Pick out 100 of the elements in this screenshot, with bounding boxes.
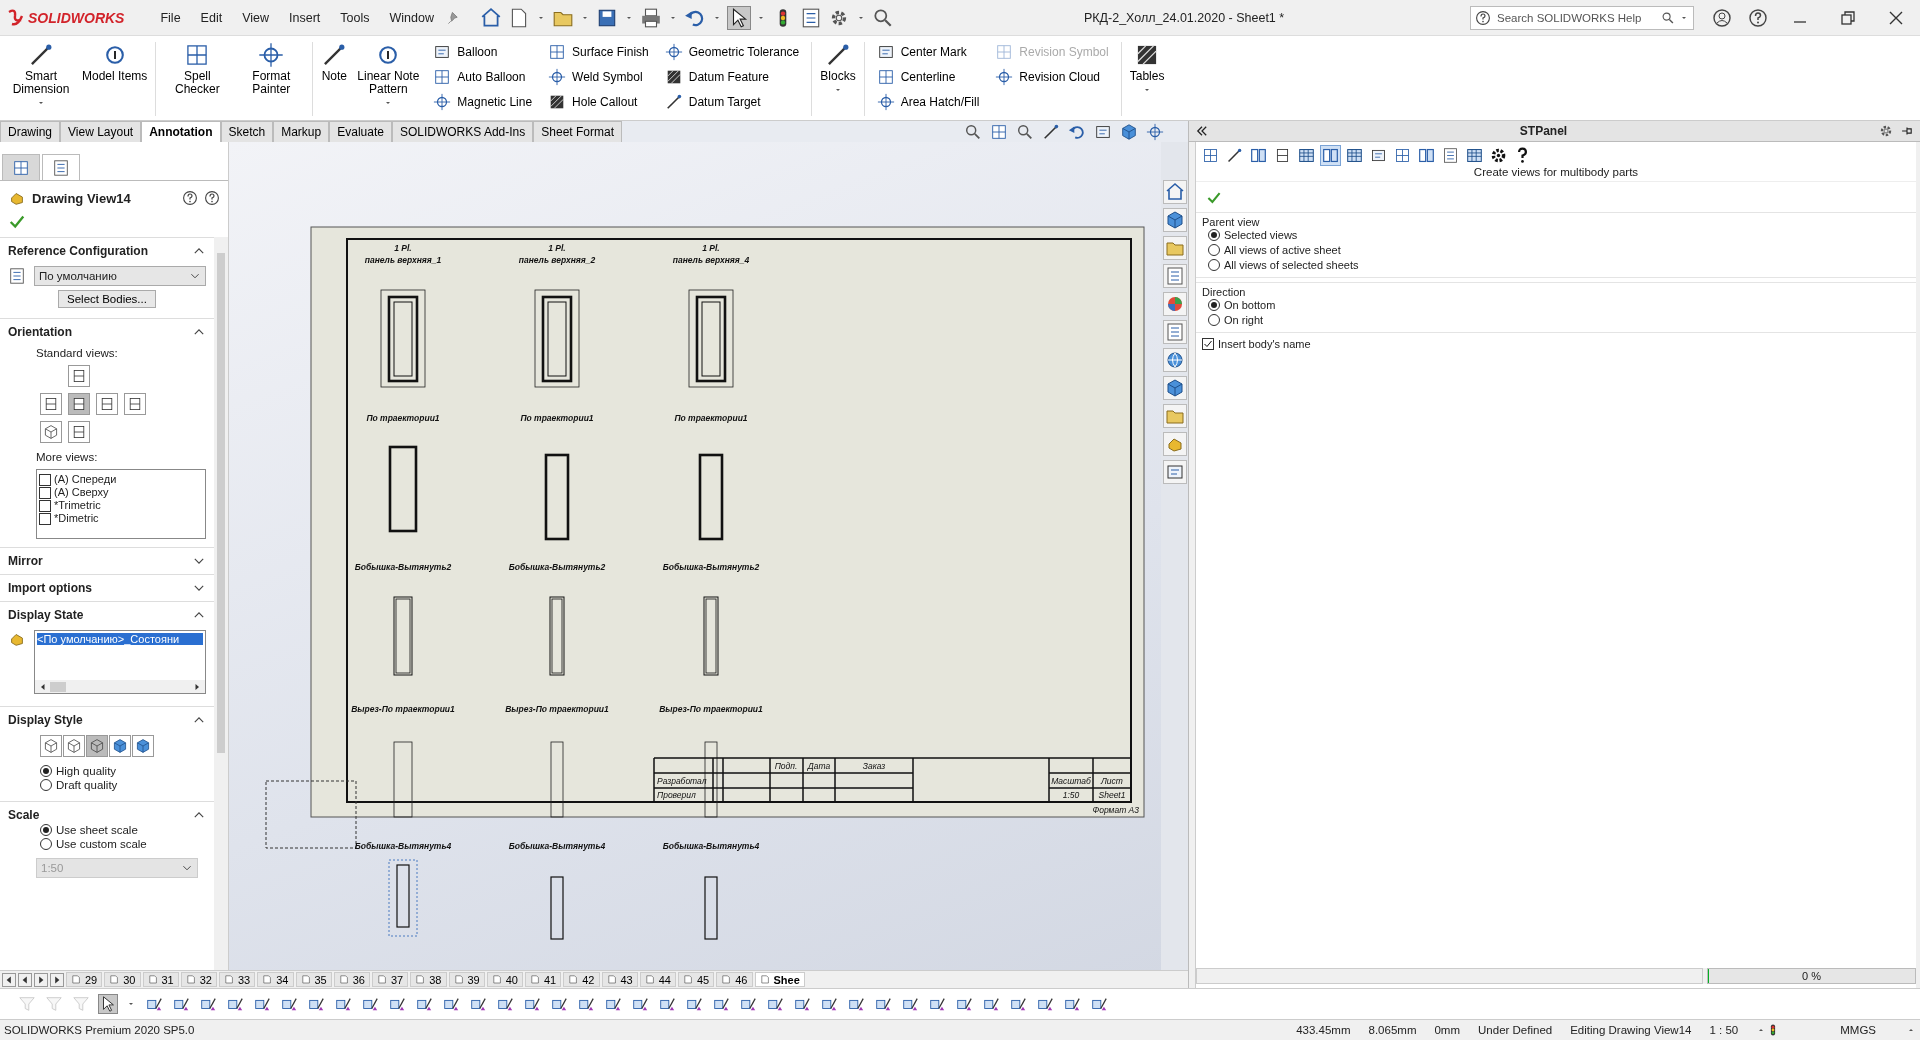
- ok-check-icon[interactable]: [8, 213, 26, 231]
- sheet-tab[interactable]: 31: [142, 972, 179, 987]
- display-style-button[interactable]: [132, 735, 154, 757]
- scroll-left-icon[interactable]: [18, 972, 32, 987]
- select-cursor-icon[interactable]: [99, 995, 117, 1013]
- part-view-drawing[interactable]: [688, 289, 734, 388]
- display-state-item[interactable]: <По умолчанию>_Состояни: [37, 633, 203, 645]
- ribbon-button[interactable]: Blocks: [816, 38, 860, 120]
- sheet-tab[interactable]: 34: [257, 972, 294, 987]
- ribbon-button[interactable]: Datum Feature: [660, 65, 804, 89]
- standard-view-button[interactable]: [124, 393, 146, 415]
- menu-item[interactable]: View: [232, 10, 280, 25]
- ribbon-button[interactable]: Revision Cloud: [991, 65, 1113, 89]
- two-panel-icon[interactable]: [1320, 145, 1341, 166]
- sheet-tab[interactable]: 35: [295, 972, 332, 987]
- ribbon-button[interactable]: Surface Finish: [544, 40, 653, 64]
- units-field[interactable]: MMGS: [1840, 1024, 1876, 1036]
- command-tab[interactable]: View Layout: [60, 121, 142, 142]
- configuration-dropdown[interactable]: По умолчанию: [34, 266, 206, 286]
- ribbon-button[interactable]: Smart Dimension: [4, 38, 78, 120]
- part-view-drawing[interactable]: [550, 741, 564, 818]
- help-icon[interactable]: [1748, 7, 1768, 28]
- standard-view-button[interactable]: [68, 421, 90, 443]
- sheet-tab[interactable]: 41: [525, 972, 562, 987]
- menu-item[interactable]: File: [150, 10, 191, 25]
- search-field[interactable]: Search SOLIDWORKS Help: [1495, 10, 1657, 25]
- select-cursor-icon[interactable]: [727, 6, 750, 29]
- radio-button[interactable]: [1208, 244, 1220, 256]
- display-style-button[interactable]: [63, 735, 85, 757]
- command-tab[interactable]: Evaluate: [329, 121, 392, 142]
- panel-tab[interactable]: [42, 154, 80, 180]
- standard-view-button[interactable]: [40, 421, 62, 443]
- ribbon-button[interactable]: Format Painter: [234, 38, 309, 120]
- help-icon[interactable]: [204, 190, 220, 206]
- command-tab[interactable]: Sketch: [220, 121, 274, 142]
- ribbon-button[interactable]: Magnetic Line: [429, 90, 537, 114]
- vertical-scrollbar[interactable]: [214, 237, 228, 970]
- task-pane-tab-icon[interactable]: [1162, 348, 1187, 372]
- search-box[interactable]: Search SOLIDWORKS Help: [1470, 5, 1694, 30]
- command-tab[interactable]: Markup: [273, 121, 330, 142]
- part-view-drawing[interactable]: [388, 445, 418, 533]
- command-tab[interactable]: Annotation: [141, 121, 221, 142]
- radio-button[interactable]: [40, 824, 52, 836]
- display-style-button[interactable]: [40, 735, 62, 757]
- ribbon-button[interactable]: Hole Callout: [544, 90, 653, 114]
- grid-icon[interactable]: [990, 122, 1008, 141]
- radio-button[interactable]: [40, 779, 52, 791]
- standard-view-button[interactable]: [96, 393, 118, 415]
- search-icon[interactable]: [1661, 10, 1675, 25]
- part-view-drawing[interactable]: [534, 289, 580, 388]
- checkbox[interactable]: [39, 499, 51, 512]
- ribbon-button[interactable]: Centerline: [872, 65, 984, 89]
- sheet-tab[interactable]: 45: [678, 972, 715, 987]
- task-pane-tab-icon[interactable]: [1162, 180, 1187, 204]
- sheet-tab[interactable]: Shee: [754, 972, 805, 987]
- sheet-tab[interactable]: 40: [486, 972, 523, 987]
- radio-button[interactable]: [40, 838, 52, 850]
- task-pane-tab-icon[interactable]: [1162, 376, 1187, 400]
- command-tab[interactable]: Sheet Format: [533, 121, 622, 142]
- sheet-tab[interactable]: 38: [410, 972, 447, 987]
- command-tab[interactable]: Drawing: [0, 121, 60, 142]
- checkbox[interactable]: [1202, 338, 1214, 350]
- menu-item[interactable]: Edit: [190, 10, 233, 25]
- part-view-drawing[interactable]: [698, 453, 724, 541]
- menu-item[interactable]: Tools: [330, 10, 380, 25]
- scroll-left-icon[interactable]: [2, 972, 16, 987]
- radio-button[interactable]: [1208, 259, 1220, 271]
- menu-item[interactable]: Insert: [279, 10, 331, 25]
- panel-tab[interactable]: [2, 154, 40, 180]
- sheet-tab[interactable]: 46: [716, 972, 753, 987]
- display-style-button[interactable]: [109, 735, 131, 757]
- sheet-tab[interactable]: 32: [180, 972, 217, 987]
- checkbox[interactable]: [39, 486, 51, 499]
- ribbon-button[interactable]: Linear Note Pattern: [351, 38, 426, 120]
- user-account-icon[interactable]: [1712, 7, 1732, 28]
- menu-item[interactable]: Window: [379, 10, 444, 25]
- part-view-drawing[interactable]: [544, 453, 570, 541]
- ribbon-button[interactable]: Balloon: [429, 40, 537, 64]
- collapse-panel-icon[interactable]: [1195, 124, 1209, 138]
- ribbon-button[interactable]: Area Hatch/Fill: [872, 90, 984, 114]
- ribbon-button[interactable]: Tables: [1125, 38, 1169, 120]
- cube-icon[interactable]: [1120, 122, 1138, 141]
- scroll-right-icon[interactable]: [50, 972, 64, 987]
- sheet-tab[interactable]: 29: [66, 972, 103, 987]
- radio-button[interactable]: [1208, 229, 1220, 241]
- selection-box[interactable]: [388, 859, 418, 937]
- sheet-tab[interactable]: 43: [601, 972, 638, 987]
- checkbox[interactable]: [39, 473, 51, 486]
- scrollbar-thumb[interactable]: [50, 681, 66, 692]
- search-icon[interactable]: [964, 122, 982, 141]
- crosshair-icon[interactable]: [1146, 122, 1164, 141]
- ribbon-button[interactable]: Auto Balloon: [429, 65, 537, 89]
- help-icon[interactable]: [182, 190, 198, 206]
- task-pane-tab-icon[interactable]: [1162, 208, 1187, 232]
- ribbon-button[interactable]: Note: [317, 38, 352, 120]
- home-icon[interactable]: [479, 6, 502, 29]
- ribbon-button[interactable]: Weld Symbol: [544, 65, 653, 89]
- sheet-tab[interactable]: 37: [372, 972, 409, 987]
- sheet-tab[interactable]: 33: [219, 972, 256, 987]
- sheet-tab[interactable]: 44: [639, 972, 676, 987]
